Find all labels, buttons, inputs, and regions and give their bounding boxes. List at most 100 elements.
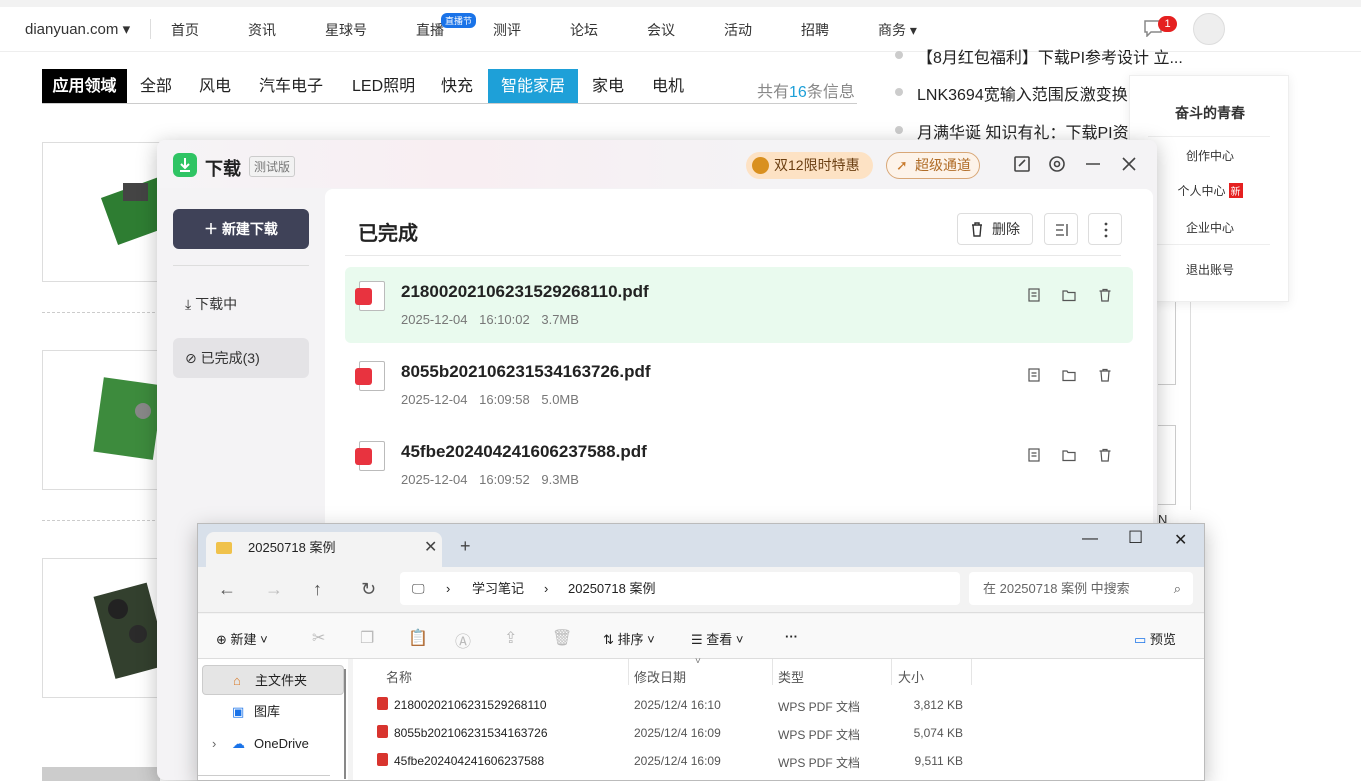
column-divider[interactable] [891, 659, 892, 685]
nav-conference[interactable]: 会议 [647, 20, 675, 40]
search-input[interactable]: 在 20250718 案例 中搜索 ⌕ [969, 572, 1193, 605]
download-row[interactable]: 45fbe202404241606237588.pdf 2025-12-04 1… [345, 427, 1133, 503]
category-led[interactable]: LED照明 [352, 69, 415, 104]
nav-gallery[interactable]: ▣ 图库 [202, 697, 344, 727]
category-wind[interactable]: 风电 [199, 69, 231, 104]
explorer-tab[interactable]: 20250718 案例 ✕ [206, 532, 442, 567]
delete-icon[interactable]: 🗑 [552, 628, 572, 648]
more-button[interactable] [1088, 213, 1122, 245]
divider [345, 255, 1121, 256]
address-input[interactable]: 🖵 › 学习笔记 › 20250718 案例 [400, 572, 960, 605]
nav-planet[interactable]: 星球号 [325, 20, 367, 40]
more-options-icon[interactable]: ··· [785, 629, 798, 644]
news-item[interactable]: 【8月红包福利】下载PI参考设计 立... [895, 44, 1183, 68]
share-icon[interactable]: ⇪ [504, 628, 517, 648]
window-minimize-icon[interactable]: — [1082, 530, 1098, 548]
product-thumbnail[interactable] [42, 558, 160, 698]
computer-icon: 🖵 [412, 581, 425, 596]
feedback-icon[interactable] [1012, 154, 1032, 174]
column-date[interactable]: 修改日期 [634, 667, 686, 686]
nav-news[interactable]: 资讯 [248, 20, 276, 40]
forward-icon[interactable]: → [265, 579, 283, 600]
preview-button[interactable]: ▭ 预览 [1134, 629, 1176, 648]
message-count-badge: 1 [1158, 16, 1177, 32]
rocket-icon: ➚ [896, 157, 908, 173]
window-maximize-icon[interactable]: ☐ [1128, 528, 1143, 548]
expand-chevron-icon[interactable]: › [212, 729, 216, 759]
category-appliance[interactable]: 家电 [592, 69, 624, 104]
delete-icon[interactable] [1098, 448, 1112, 462]
column-divider[interactable] [971, 659, 972, 685]
sort-button[interactable]: ⇅ 排序 ˅ [603, 629, 655, 648]
category-all[interactable]: 全部 [140, 69, 172, 104]
breadcrumb-item[interactable]: 20250718 案例 [568, 572, 655, 605]
column-size[interactable]: 大小 [898, 667, 924, 686]
explorer-tab-bar[interactable]: 20250718 案例 ✕ + — ☐ ✕ [198, 524, 1204, 567]
cut-icon[interactable]: ✂ [312, 628, 325, 648]
minimize-icon[interactable] [1083, 154, 1103, 174]
delete-button[interactable]: 删除 [957, 213, 1033, 245]
tab-close-icon[interactable]: ✕ [424, 532, 437, 564]
product-thumbnail[interactable] [42, 142, 160, 282]
open-folder-icon[interactable] [1062, 288, 1076, 302]
nav-downloading[interactable]: ⤓ 下载中 [185, 294, 237, 314]
table-row[interactable]: 21800202106231529268110 2025/12/4 16:10 … [353, 691, 1204, 719]
new-download-button[interactable]: ＋ 新建下载 [173, 209, 309, 249]
window-close-icon[interactable]: ✕ [1174, 530, 1187, 550]
category-fastcharge[interactable]: 快充 [441, 69, 473, 104]
nav-activity[interactable]: 活动 [724, 20, 752, 40]
back-icon[interactable]: ← [218, 579, 236, 600]
delete-icon[interactable] [1098, 288, 1112, 302]
column-type[interactable]: 类型 [778, 667, 804, 686]
nav-completed[interactable]: ⊘ 已完成(3) [173, 338, 309, 378]
category-motor[interactable]: 电机 [652, 69, 684, 104]
fast-channel-button[interactable]: ➚ 超级通道 [886, 152, 980, 179]
nav-jobs[interactable]: 招聘 [801, 20, 829, 40]
nav-onedrive[interactable]: › ☁ OneDrive [202, 729, 344, 759]
column-name[interactable]: 名称 [386, 667, 412, 686]
divider [198, 775, 330, 776]
paste-icon[interactable]: 📋 [408, 628, 428, 648]
new-button[interactable]: ⊕ 新建 ˅ [216, 629, 268, 648]
table-row[interactable]: 8055b202106231534163726 2025/12/4 16:09 … [353, 719, 1204, 747]
column-divider[interactable] [628, 659, 629, 685]
rename-icon[interactable]: Ⓐ [455, 628, 471, 652]
sort-button[interactable] [1044, 213, 1078, 245]
category-smarthome[interactable]: 智能家居 [488, 69, 579, 104]
nav-home[interactable]: 首页 [171, 20, 199, 40]
nav-live[interactable]: 直播 [416, 20, 444, 40]
column-divider[interactable] [772, 659, 773, 685]
pcb-image [93, 377, 159, 460]
refresh-icon[interactable]: ↻ [361, 579, 376, 600]
settings-icon[interactable] [1047, 154, 1067, 174]
site-brand[interactable]: dianyuan.com ▾ [25, 20, 130, 38]
live-badge: 直播节 [441, 13, 477, 28]
nav-forum[interactable]: 论坛 [570, 20, 598, 40]
open-file-icon[interactable] [1027, 368, 1041, 382]
nav-business[interactable]: 商务 ▾ [878, 20, 917, 40]
nav-home-folder[interactable]: ⌂ 主文件夹 [202, 665, 344, 695]
view-button[interactable]: ☰ 查看 ˅ [691, 629, 744, 648]
open-folder-icon[interactable] [1062, 448, 1076, 462]
avatar[interactable] [1193, 13, 1225, 45]
nav-scrollbar[interactable] [344, 669, 346, 779]
new-tab-icon[interactable]: + [460, 536, 471, 557]
copy-icon[interactable]: ❐ [360, 628, 374, 648]
product-thumbnail[interactable] [42, 350, 160, 490]
table-row[interactable]: 45fbe202404241606237588 2025/12/4 16:09 … [353, 747, 1204, 775]
category-auto[interactable]: 汽车电子 [259, 69, 323, 104]
delete-icon[interactable] [1098, 368, 1112, 382]
download-row[interactable]: 8055b202106231534163726.pdf 2025-12-04 1… [345, 347, 1133, 423]
open-file-icon[interactable] [1027, 448, 1041, 462]
open-folder-icon[interactable] [1062, 368, 1076, 382]
download-titlebar[interactable]: 下载 测试版 双12限时特惠 ➚ 超级通道 [157, 140, 1157, 188]
promo-button[interactable]: 双12限时特惠 [746, 152, 873, 179]
sort-icon: ⇅ [603, 632, 618, 647]
nav-review[interactable]: 测评 [493, 20, 521, 40]
close-icon[interactable] [1119, 154, 1139, 174]
up-icon[interactable]: ↑ [313, 579, 322, 600]
breadcrumb-item[interactable]: 学习笔记 [472, 572, 524, 605]
download-row[interactable]: 21800202106231529268110.pdf 2025-12-04 1… [345, 267, 1133, 343]
news-item[interactable]: LNK3694宽输入范围反激变换 [895, 81, 1128, 105]
open-file-icon[interactable] [1027, 288, 1041, 302]
